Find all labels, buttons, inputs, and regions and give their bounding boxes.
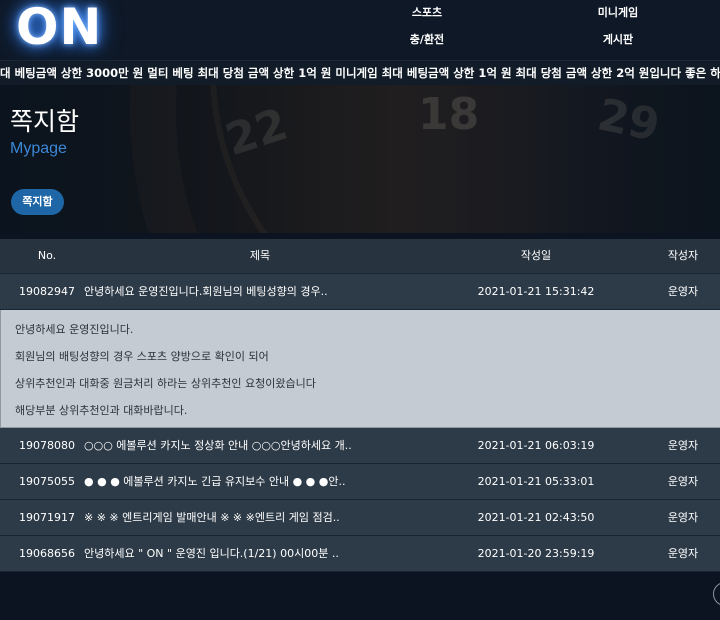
row-date: 2021-01-20 23:59:19 — [477, 547, 595, 560]
row-author: 운영자 — [667, 439, 699, 452]
nav-sports[interactable]: 스포츠 — [412, 4, 442, 20]
row-title[interactable]: ※ ※ ※ 엔트리게임 발매안내 ※ ※ ※엔트리 게임 점검.. — [84, 500, 374, 535]
message-line: 해당부분 상위추천인과 대화바랍니다. — [15, 404, 188, 417]
nav-deposit-withdraw[interactable]: 충/환전 — [410, 31, 444, 47]
row-date: 2021-01-21 02:43:50 — [477, 511, 595, 524]
table-row[interactable]: 19071917 ※ ※ ※ 엔트리게임 발매안내 ※ ※ ※엔트리 게임 점검… — [0, 500, 720, 536]
row-date: 2021-01-21 05:33:01 — [477, 475, 595, 488]
row-author: 운영자 — [667, 285, 699, 298]
nav-mini-game[interactable]: 미니게임 — [598, 4, 638, 20]
header-title: 제목 — [249, 249, 271, 262]
table-row[interactable]: 19078080 ○○○ 에볼루션 카지노 정상화 안내 ○○○안녕하세요 개.… — [0, 428, 720, 464]
page-title: 쪽지함 — [10, 107, 80, 136]
page-banner: 22 18 29 쪽지함 Mypage 쪽지함 — [0, 85, 720, 233]
row-title[interactable]: ● ● ● 에볼루션 카지노 긴급 유지보수 안내 ● ● ●안.. — [84, 464, 374, 499]
notice-ticker: 대 베팅금액 상한 3000만 원 멀티 베팅 최대 당첨 금액 상한 1억 원… — [0, 60, 720, 86]
message-body: 안녕하세요 운영진입니다. 회원님의 배팅성향의 경우 스포츠 양방으로 확인이… — [0, 310, 720, 428]
tab-inbox[interactable]: 쪽지함 — [11, 189, 64, 215]
row-no: 19078080 — [19, 439, 75, 452]
row-no: 19075055 — [19, 475, 75, 488]
row-author: 운영자 — [667, 511, 699, 524]
table-row[interactable]: 19082947 안녕하세요 운영진입니다.회원님의 베팅성향의 경우.. 20… — [0, 274, 720, 310]
row-author: 운영자 — [667, 547, 699, 560]
top-bar: ON 스포츠 미니게임 충/환전 게시판 — [0, 0, 720, 60]
ticker-text: 대 베팅금액 상한 3000만 원 멀티 베팅 최대 당첨 금액 상한 1억 원… — [0, 66, 720, 80]
row-title[interactable]: ○○○ 에볼루션 카지노 정상화 안내 ○○○안녕하세요 개.. — [84, 428, 374, 463]
row-no: 19082947 — [19, 285, 75, 298]
table-row[interactable]: 19075055 ● ● ● 에볼루션 카지노 긴급 유지보수 안내 ● ● ●… — [0, 464, 720, 500]
header-author: 작성자 — [667, 249, 699, 262]
header-no: No. — [37, 249, 57, 262]
row-no: 19068656 — [19, 547, 75, 560]
row-date: 2021-01-21 15:31:42 — [477, 285, 595, 298]
header-date: 작성일 — [520, 249, 552, 262]
row-author: 운영자 — [667, 475, 699, 488]
table-row[interactable]: 19068656 안녕하세요 " ON " 운영진 입니다.(1/21) 00시… — [0, 536, 720, 572]
site-logo[interactable]: ON — [16, 0, 102, 56]
nav-board[interactable]: 게시판 — [603, 31, 633, 47]
table-header: No. 제목 작성일 작성자 — [0, 239, 720, 274]
row-no: 19071917 — [19, 511, 75, 524]
message-line: 안녕하세요 운영진입니다. — [15, 323, 134, 336]
scroll-top-button[interactable] — [713, 582, 720, 606]
message-line: 회원님의 배팅성향의 경우 스포츠 양방으로 확인이 되어 — [15, 350, 269, 363]
row-title[interactable]: 안녕하세요 " ON " 운영진 입니다.(1/21) 00시00분 .. — [84, 536, 374, 571]
message-table: No. 제목 작성일 작성자 19082947 안녕하세요 운영진입니다.회원님… — [0, 239, 720, 572]
row-date: 2021-01-21 06:03:19 — [477, 439, 595, 452]
page-subtitle: Mypage — [10, 140, 67, 157]
message-line: 상위추천인과 대화중 원금처리 하라는 상위추천인 요청이왔습니다 — [15, 377, 316, 390]
row-title[interactable]: 안녕하세요 운영진입니다.회원님의 베팅성향의 경우.. — [84, 274, 374, 309]
banner-overlay — [0, 85, 720, 233]
